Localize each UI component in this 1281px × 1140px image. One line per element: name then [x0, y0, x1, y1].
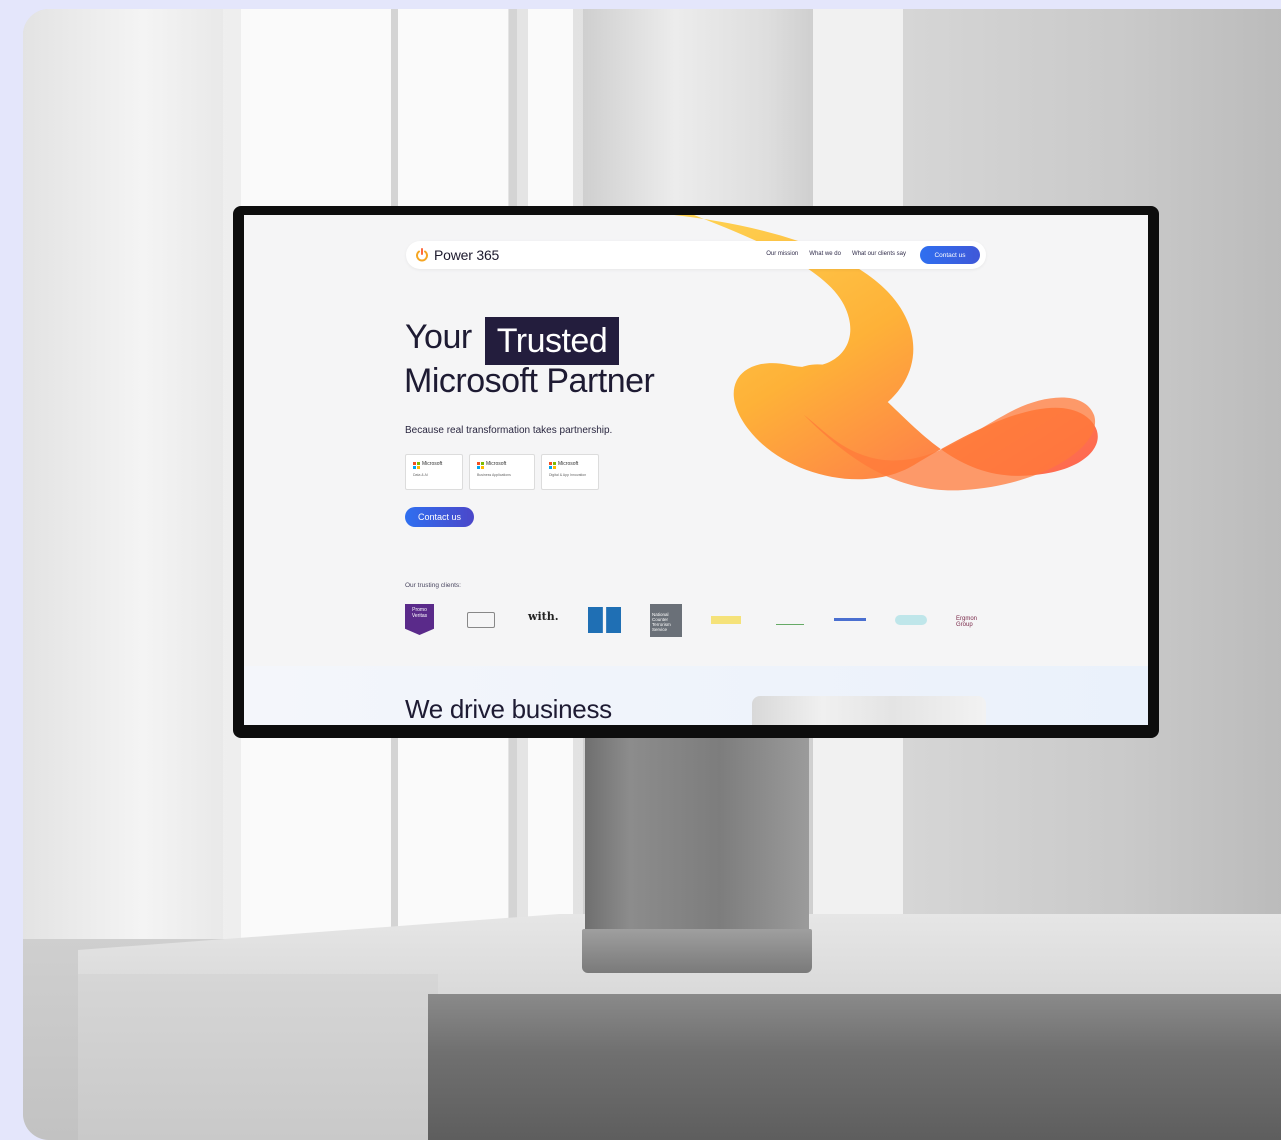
client-logo [467, 612, 495, 628]
plinth-side [78, 974, 438, 1140]
nav-contact-button[interactable]: Contact us [920, 246, 980, 264]
badge-label: Business Applications [477, 473, 511, 477]
next-section [244, 666, 1148, 725]
monitor-screen: Power 365 Our mission What we do What ou… [244, 215, 1148, 725]
nav-link-mission[interactable]: Our mission [766, 251, 798, 257]
partner-badge: Microsoft Data & AI [405, 454, 463, 490]
monitor-stand-foot [582, 929, 812, 973]
badge-brand: Microsoft [422, 461, 443, 467]
next-section-image [752, 696, 986, 725]
power-icon [416, 248, 428, 262]
curtain-left [23, 9, 223, 969]
hero-title-line1: Your [405, 318, 472, 356]
monitor-frame: Power 365 Our mission What we do What ou… [233, 206, 1159, 738]
plinth-front [428, 994, 1281, 1140]
client-logo-promo-veritas: Promo Veritas [405, 604, 434, 635]
partner-badge: Microsoft Business Applications [469, 454, 535, 490]
hero-contact-button[interactable]: Contact us [405, 507, 474, 527]
client-logo-with: with. [528, 610, 559, 623]
brand-logo[interactable]: Power 365 [434, 247, 499, 263]
client-logo [834, 618, 866, 621]
partner-badges: Microsoft Data & AI Microsoft Business A… [405, 454, 599, 490]
client-logo [776, 616, 804, 625]
hero-title-line2: Microsoft Partner [404, 362, 655, 400]
client-logos: Promo Veritas with. National Counter Ter… [405, 604, 995, 638]
client-logo-ncts: National Counter Terrorism Service [650, 604, 682, 637]
microsoft-icon [549, 462, 556, 469]
clients-label: Our trusting clients: [405, 582, 461, 589]
navbar: Power 365 Our mission What we do What ou… [406, 241, 986, 269]
badge-label: Digital & App Innovation [549, 473, 587, 477]
monitor-stand [585, 734, 809, 944]
badge-label: Data & AI [413, 473, 428, 477]
client-logo [895, 615, 927, 625]
badge-brand: Microsoft [558, 461, 579, 467]
partner-badge: Microsoft Digital & App Innovation [541, 454, 599, 490]
hero-subtitle: Because real transformation takes partne… [405, 425, 613, 436]
ribbon-graphic [674, 215, 1098, 491]
nav-link-what-we-do[interactable]: What we do [809, 251, 841, 257]
client-logo [588, 607, 621, 633]
hero-title-highlight: Trusted [485, 317, 619, 365]
nav-links: Our mission What we do What our clients … [766, 251, 906, 257]
next-section-title: We drive business [405, 694, 612, 724]
badge-brand: Microsoft [486, 461, 507, 467]
nav-link-testimonials[interactable]: What our clients say [852, 251, 906, 257]
microsoft-icon [413, 462, 420, 469]
client-logo-ergmon-group: Ergmon Group [956, 616, 978, 628]
client-logo [711, 616, 741, 624]
microsoft-icon [477, 462, 484, 469]
room-scene: Power 365 Our mission What we do What ou… [23, 9, 1281, 1140]
